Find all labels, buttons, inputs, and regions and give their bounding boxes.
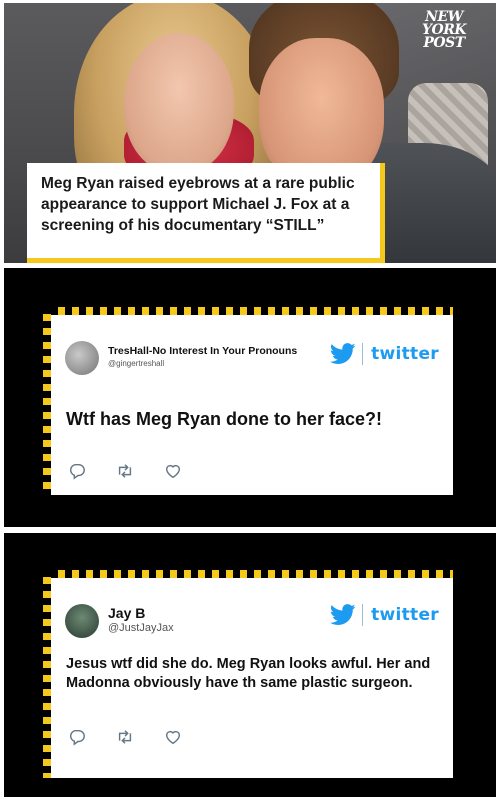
tweet-panel-2: Jay B @JustJayJax twitter Jesus wtf did … [4, 533, 496, 797]
tweet-text: Jesus wtf did she do. Meg Ryan looks awf… [66, 656, 431, 691]
photo-caption: Meg Ryan raised eyebrows at a rare publi… [41, 175, 355, 234]
twitter-bird-icon [330, 343, 356, 364]
photo-woman-face [124, 33, 234, 173]
retweet-icon[interactable] [116, 462, 134, 480]
retweet-icon[interactable] [116, 728, 134, 746]
brand-divider [362, 343, 364, 365]
caption-box: Meg Ryan raised eyebrows at a rare publi… [27, 163, 385, 263]
user-handle[interactable]: @gingertreshall [108, 359, 164, 368]
tweet-panel-1: TresHall-No Interest In Your Pronouns @g… [4, 268, 496, 527]
hazard-stripe-left [43, 570, 51, 778]
tweet-actions [68, 462, 182, 480]
reply-icon[interactable] [68, 728, 86, 746]
twitter-wordmark: twitter [371, 344, 439, 364]
like-icon[interactable] [164, 462, 182, 480]
display-name[interactable]: Jay B [108, 605, 145, 621]
tweet-actions [68, 728, 182, 746]
like-icon[interactable] [164, 728, 182, 746]
hazard-stripe-top [51, 570, 453, 578]
hazard-stripe-top [51, 307, 453, 315]
avatar[interactable] [65, 604, 99, 638]
new-york-post-logo: NEW YORK POST [422, 10, 467, 51]
twitter-bird-icon [330, 604, 356, 625]
display-name[interactable]: TresHall-No Interest In Your Pronouns [108, 345, 297, 357]
twitter-brand: twitter [330, 604, 439, 626]
brand-divider [362, 604, 364, 626]
avatar[interactable] [65, 341, 99, 375]
reply-icon[interactable] [68, 462, 86, 480]
user-handle[interactable]: @JustJayJax [108, 622, 174, 634]
header-photo: NEW YORK POST Meg Ryan raised eyebrows a… [4, 3, 496, 263]
twitter-brand: twitter [330, 343, 439, 365]
tweet-card-1: TresHall-No Interest In Your Pronouns @g… [43, 307, 453, 495]
logo-line-3: POST [423, 35, 465, 51]
twitter-wordmark: twitter [371, 605, 439, 625]
tweet-card-2: Jay B @JustJayJax twitter Jesus wtf did … [43, 570, 453, 778]
hazard-stripe-left [43, 307, 51, 495]
tweet-text: Wtf has Meg Ryan done to her face?! [66, 409, 383, 429]
